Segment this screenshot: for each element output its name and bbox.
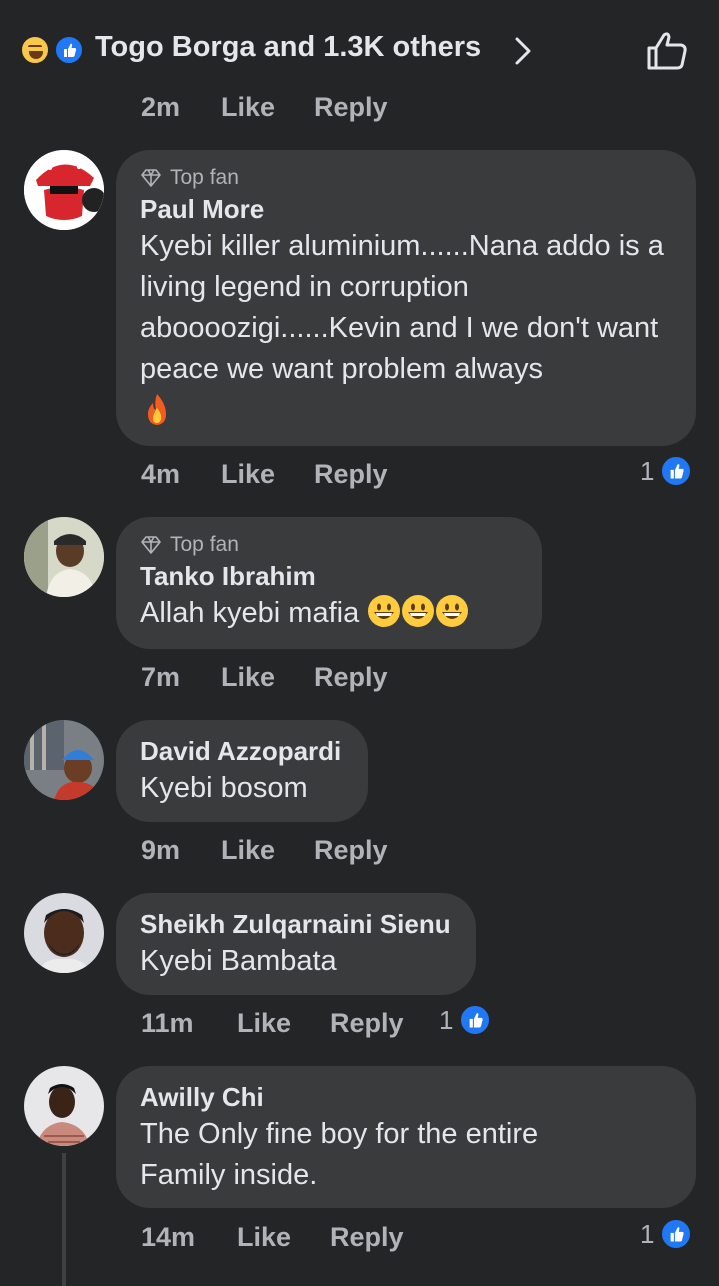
comment-text: Allah kyebi mafia bbox=[140, 593, 518, 634]
avatar[interactable] bbox=[24, 1066, 104, 1146]
comment-time: 4m bbox=[141, 459, 181, 489]
comment-actions: 14m Like Reply bbox=[0, 1222, 719, 1262]
reply-thread-line bbox=[62, 1153, 66, 1286]
like-link[interactable]: Like bbox=[221, 662, 275, 693]
reaction-icons bbox=[20, 33, 90, 67]
like-link[interactable]: Like bbox=[221, 835, 275, 866]
comment-time: 11m bbox=[141, 1008, 194, 1038]
avatar[interactable] bbox=[24, 720, 104, 800]
reply-link[interactable]: Reply bbox=[330, 1008, 404, 1039]
like-icon bbox=[660, 455, 693, 487]
reply-link[interactable]: Reply bbox=[314, 662, 388, 693]
comment-time: 7m bbox=[141, 662, 181, 692]
reactions-header[interactable]: Togo Borga and 1.3K others bbox=[0, 0, 719, 100]
haha-icon bbox=[20, 35, 50, 65]
comment-actions: 2m Like Reply bbox=[0, 92, 719, 132]
like-icon bbox=[660, 1218, 693, 1250]
comment-text: Kyebi bosom bbox=[140, 772, 308, 804]
avatar[interactable] bbox=[24, 150, 104, 230]
comment-bubble[interactable]: Sheikh Zulqarnaini Sienu Kyebi Bambata bbox=[116, 893, 476, 995]
comment-bubble[interactable]: David Azzopardi Kyebi bosom bbox=[116, 720, 368, 822]
fire-emoji bbox=[148, 394, 166, 425]
reaction-count-number: 1 bbox=[640, 1218, 655, 1249]
comment-bubble[interactable]: Top fan Tanko Ibrahim Allah kyebi mafia bbox=[116, 517, 542, 649]
like-link[interactable]: Like bbox=[237, 1008, 291, 1039]
like-icon bbox=[459, 1004, 492, 1036]
comment-actions: 11m Like Reply bbox=[0, 1008, 719, 1048]
reactions-summary[interactable]: Togo Borga and 1.3K others bbox=[95, 31, 481, 64]
avatar[interactable] bbox=[24, 893, 104, 973]
commenter-name[interactable]: David Azzopardi bbox=[140, 734, 344, 768]
comment-text: Kyebi Bambata bbox=[140, 945, 337, 977]
commenter-name[interactable]: Sheikh Zulqarnaini Sienu bbox=[140, 907, 452, 941]
comment-bubble[interactable]: Awilly Chi The Only fine boy for the ent… bbox=[116, 1066, 696, 1208]
badge-label: Top fan bbox=[170, 166, 239, 189]
reply-link[interactable]: Reply bbox=[314, 92, 388, 123]
reaction-count[interactable]: 1 bbox=[640, 455, 693, 487]
comment-text: Kyebi killer aluminium......Nana addo is… bbox=[140, 226, 672, 434]
reply-link[interactable]: Reply bbox=[314, 459, 388, 490]
badge-label: Top fan bbox=[170, 533, 239, 556]
reaction-count-number: 1 bbox=[439, 1004, 454, 1035]
comment-bubble[interactable]: Top fan Paul More Kyebi killer aluminium… bbox=[116, 150, 696, 446]
comment-actions: 9m Like Reply bbox=[0, 835, 719, 875]
comment-time: 9m bbox=[141, 835, 181, 865]
like-icon bbox=[54, 35, 84, 65]
grinning-face-emoji bbox=[367, 595, 469, 629]
top-fan-badge: Top fan bbox=[140, 164, 672, 192]
reaction-count[interactable]: 1 bbox=[439, 1004, 492, 1036]
reaction-count[interactable]: 1 bbox=[640, 1218, 693, 1250]
comment-time: 2m bbox=[141, 92, 181, 122]
reaction-count-number: 1 bbox=[640, 455, 655, 486]
reply-link[interactable]: Reply bbox=[330, 1222, 404, 1253]
commenter-name[interactable]: Paul More bbox=[140, 192, 672, 226]
diamond-icon bbox=[141, 536, 161, 554]
reply-link[interactable]: Reply bbox=[314, 835, 388, 866]
diamond-icon bbox=[141, 169, 161, 187]
commenter-name[interactable]: Awilly Chi bbox=[140, 1080, 672, 1114]
like-link[interactable]: Like bbox=[237, 1222, 291, 1253]
like-button-icon[interactable] bbox=[644, 30, 690, 72]
top-fan-badge: Top fan bbox=[140, 531, 518, 559]
like-link[interactable]: Like bbox=[221, 459, 275, 490]
comment-actions: 4m Like Reply bbox=[0, 459, 719, 499]
chevron-right-icon[interactable] bbox=[510, 34, 536, 68]
comment-text: The Only fine boy for the entire Family … bbox=[140, 1118, 539, 1191]
comment-actions: 7m Like Reply bbox=[0, 662, 719, 702]
like-link[interactable]: Like bbox=[221, 92, 275, 123]
comment-time: 14m bbox=[141, 1222, 196, 1252]
commenter-name[interactable]: Tanko Ibrahim bbox=[140, 559, 518, 593]
avatar[interactable] bbox=[24, 517, 104, 597]
